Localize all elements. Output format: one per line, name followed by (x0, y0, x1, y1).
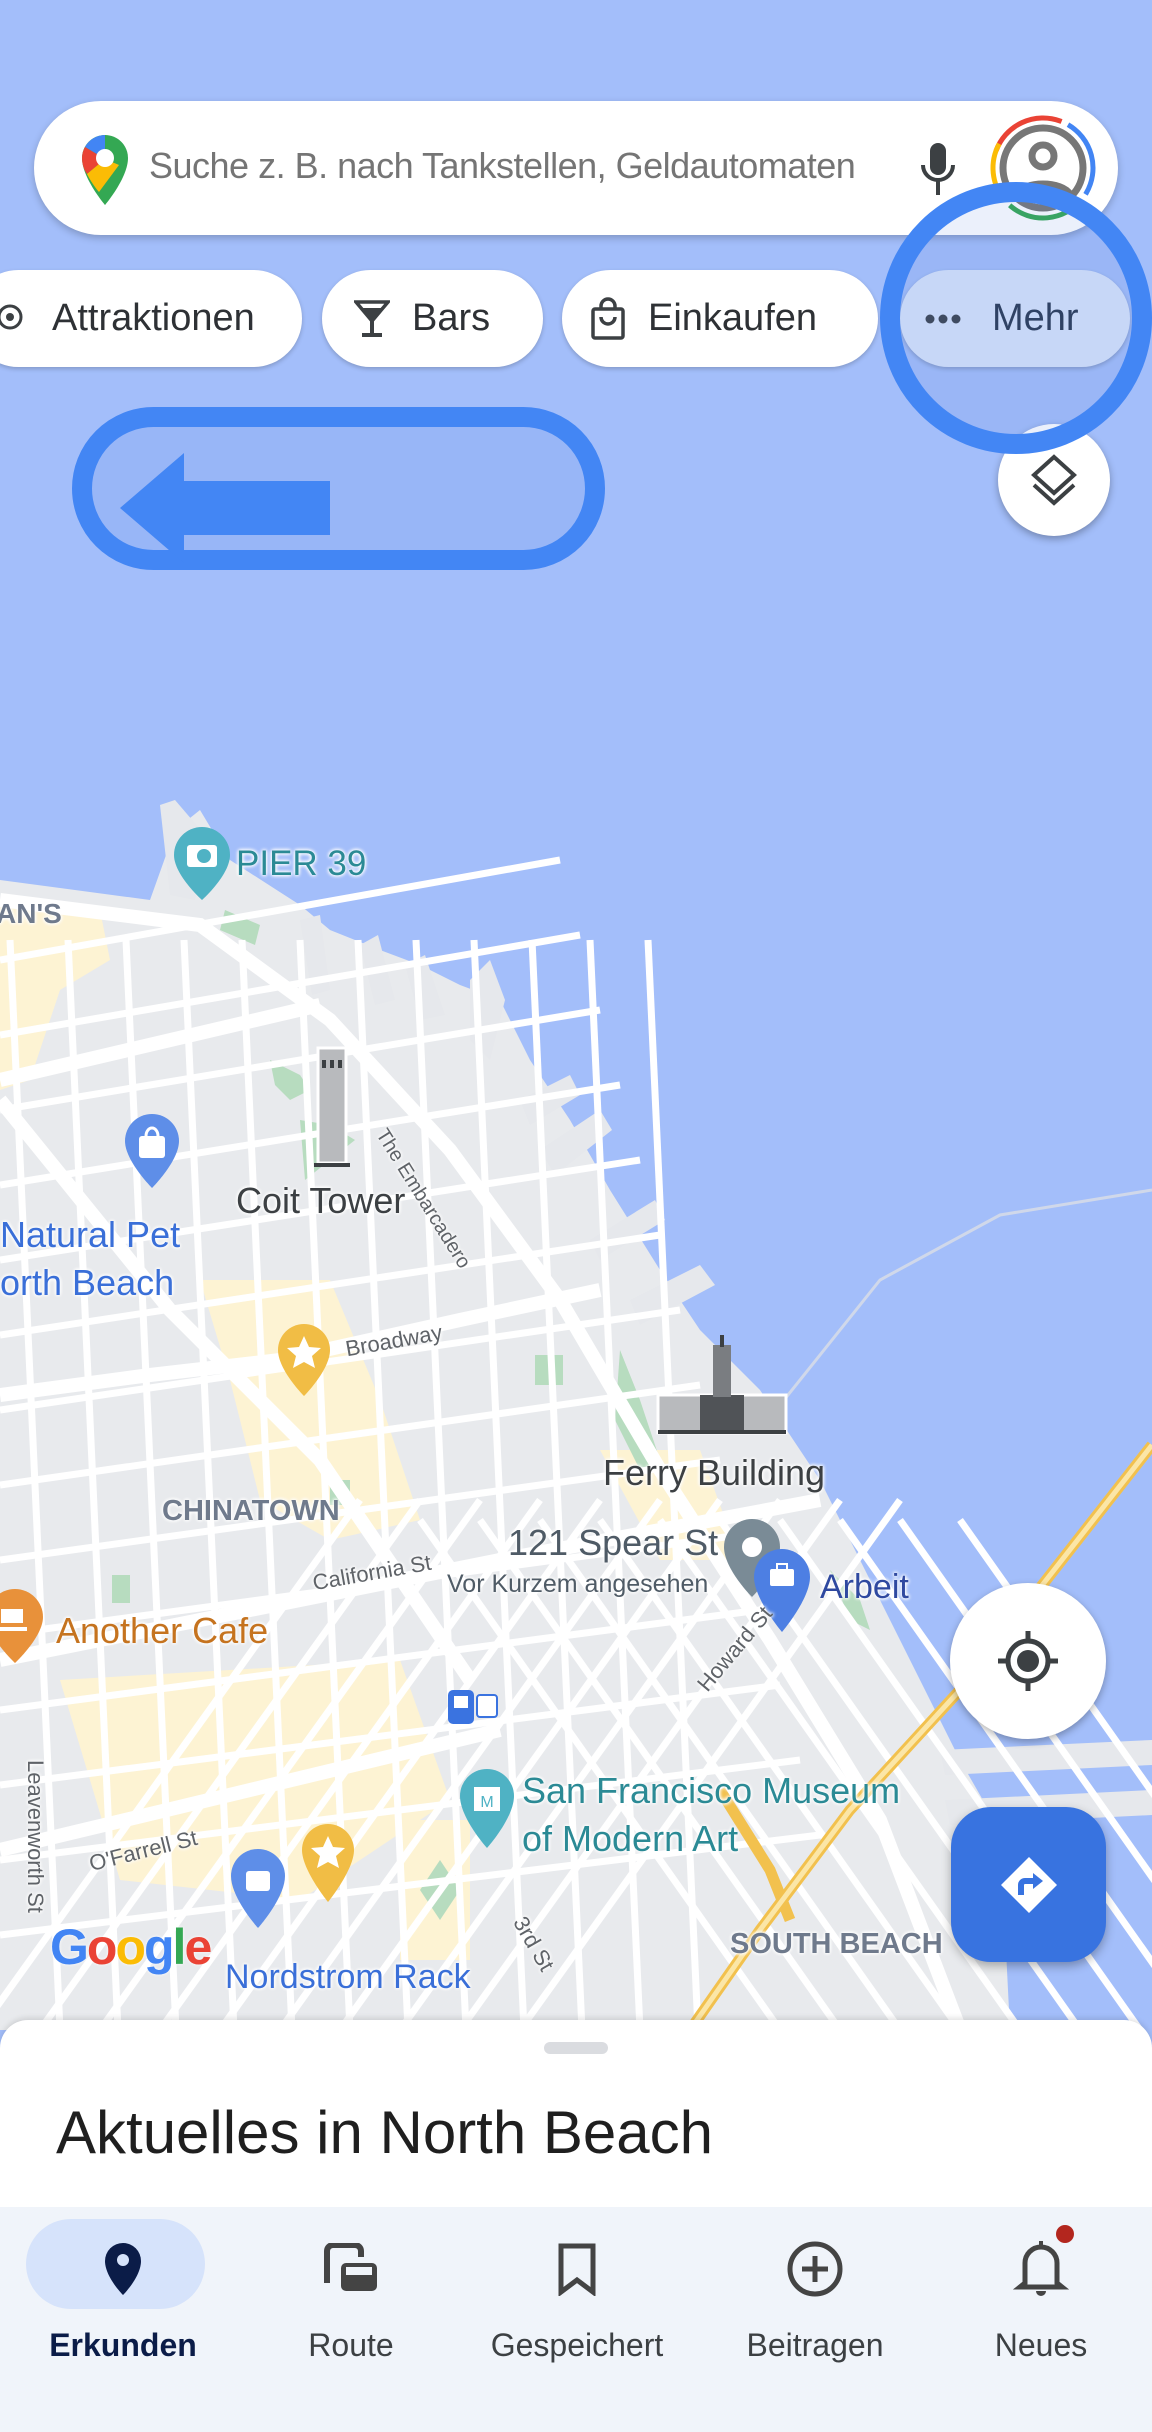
chip-label: Bars (412, 297, 491, 339)
nav-label: Erkunden (49, 2327, 197, 2363)
ferris-wheel-icon (0, 304, 23, 329)
coit-tower-icon (314, 1046, 350, 1167)
explore-pin-icon (105, 2243, 141, 2295)
directions-button[interactable] (951, 1807, 1106, 1962)
notification-badge (1056, 2225, 1074, 2243)
mehr-highlight-circle (880, 182, 1152, 454)
cocktail-glass-icon (354, 299, 390, 337)
map-label-recently-viewed: Vor Kurzem angesehen (447, 1570, 709, 1598)
map-label-nordstrom-rack[interactable]: Nordstrom Rack (225, 1958, 471, 1997)
google-logo: Google (50, 1919, 212, 1975)
shopping-bag-icon (591, 296, 625, 340)
left-arrow-icon (120, 453, 330, 563)
map-label-pier39[interactable]: PIER 39 (236, 844, 366, 884)
nav-item-gespeichert[interactable]: Gespeichert (462, 2207, 692, 2432)
map-label-chinatown: CHINATOWN (162, 1495, 340, 1527)
chip-einkaufen[interactable]: Einkaufen (562, 270, 878, 367)
map-label-121-spear[interactable]: 121 Spear St (508, 1522, 718, 1564)
nav-item-route[interactable]: Route (236, 2207, 466, 2432)
notifications-bell-icon (1013, 2241, 1069, 2296)
map-label-leavenworth-st: Leavenworth St (23, 1760, 48, 1913)
map-label-ferry-building[interactable]: Ferry Building (603, 1452, 825, 1494)
nav-item-neues[interactable]: Neues (926, 2207, 1152, 2432)
bottom-sheet[interactable]: Aktuelles in North Beach (0, 2020, 1152, 2210)
map-label-work[interactable]: Arbeit (820, 1568, 909, 1607)
nav-item-erkunden[interactable]: Erkunden (8, 2207, 238, 2432)
nav-item-beitragen[interactable]: Beitragen (700, 2207, 930, 2432)
sheet-title: Aktuelles in North Beach (56, 2099, 714, 2166)
my-location-icon (998, 1631, 1058, 1691)
map-label-coit-tower[interactable]: Coit Tower (236, 1180, 405, 1222)
chip-label: Attraktionen (52, 297, 255, 339)
map-label-north-beach[interactable]: orth Beach (0, 1262, 174, 1304)
layers-icon (1031, 454, 1077, 506)
nav-label: Gespeichert (490, 2327, 664, 2363)
microphone-icon[interactable] (918, 141, 958, 202)
nav-label: Beitragen (746, 2327, 884, 2363)
search-input[interactable] (149, 145, 949, 187)
commute-icon (324, 2243, 377, 2291)
map-label-natural-pet[interactable]: Natural Pet (0, 1214, 180, 1256)
drag-handle[interactable] (544, 2042, 608, 2054)
svg-text:M: M (480, 1794, 493, 1811)
add-circle-icon (787, 2241, 843, 2297)
back-arrow-annotation (72, 407, 605, 570)
bottom-navigation: Erkunden Route Gespeichert Beitragen Neu… (0, 2207, 1152, 2432)
map-label-fishermans-wharf[interactable]: AN'S (0, 898, 62, 930)
chip-bars[interactable]: Bars (322, 270, 543, 367)
my-location-button[interactable] (950, 1583, 1106, 1739)
map-label-sfmoma-1[interactable]: San Francisco Museum (522, 1770, 900, 1812)
nav-label: Neues (994, 2327, 1088, 2363)
nav-label: Route (308, 2327, 394, 2363)
directions-icon (1000, 1856, 1057, 1913)
google-maps-pin-icon (80, 133, 130, 212)
chip-attraktionen[interactable]: Attraktionen (0, 270, 302, 367)
map-label-another-cafe[interactable]: Another Cafe (56, 1610, 268, 1652)
map-label-south-beach: SOUTH BEACH (730, 1928, 943, 1960)
bookmark-icon (558, 2243, 596, 2296)
chip-label: Einkaufen (648, 297, 818, 339)
map-label-sfmoma-2[interactable]: of Modern Art (522, 1818, 738, 1860)
